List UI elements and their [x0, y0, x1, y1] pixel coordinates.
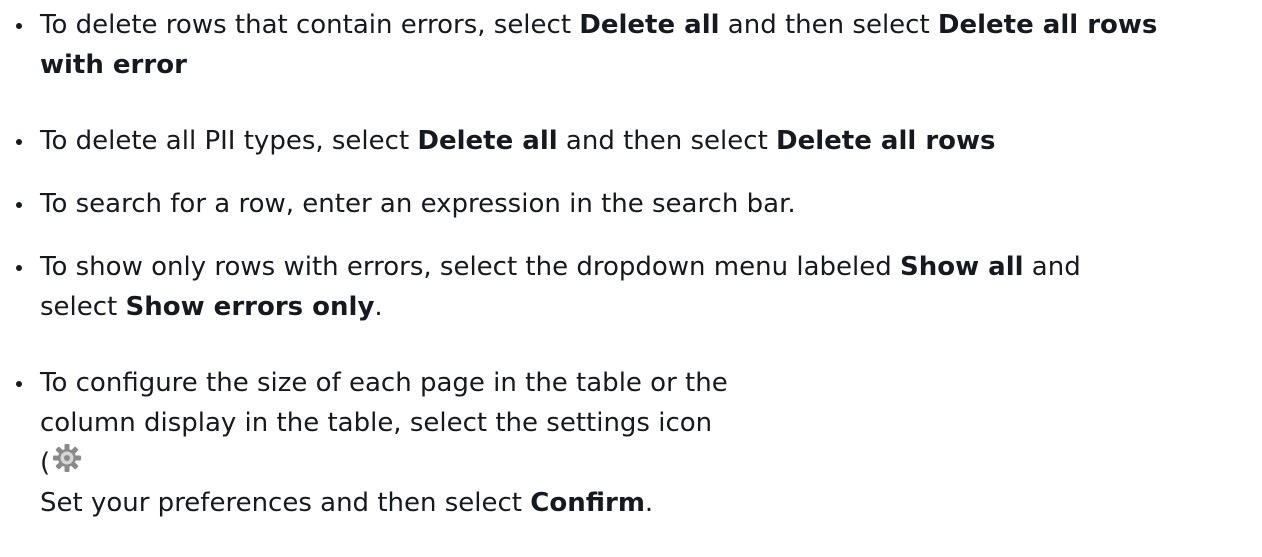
- list-item-search-row: To search for a row, enter an expression…: [0, 184, 1262, 224]
- line: To search for a row, enter an expression…: [40, 184, 1262, 224]
- bold-delete-all: Delete all: [579, 10, 720, 40]
- text: To show only rows with errors, select th…: [40, 252, 900, 282]
- bold-delete-all-rows: Delete all rows: [776, 126, 996, 156]
- bold-show-all: Show all: [900, 252, 1024, 282]
- bold-confirm: Confirm: [530, 488, 645, 518]
- list-item-delete-pii-types: To delete all PII types, select Delete a…: [0, 121, 1262, 161]
- settings-gear-icon: [53, 444, 81, 472]
- list-item-show-errors: To show only rows with errors, select th…: [0, 247, 1262, 327]
- text: To delete all PII types, select: [40, 126, 418, 156]
- document-body: To delete rows that contain errors, sele…: [0, 0, 1262, 557]
- text: and: [1023, 252, 1081, 282]
- text: column display in the table, select the …: [40, 408, 713, 438]
- text: To configure the size of each page in th…: [40, 368, 728, 398]
- list-item-configure-settings: To configure the size of each page in th…: [0, 363, 1262, 523]
- bold-delete-all-rows: Delete all rows: [937, 10, 1158, 40]
- text: and then select: [719, 10, 938, 40]
- line: To show only rows with errors, select th…: [40, 247, 1262, 287]
- text: To delete rows that contain errors, sele…: [40, 10, 580, 40]
- line: To delete all PII types, select Delete a…: [40, 121, 1262, 161]
- list-item-delete-error-rows: To delete rows that contain errors, sele…: [0, 5, 1262, 85]
- line: To configure the size of each page in th…: [40, 363, 1262, 403]
- text: Set your preferences and then select: [40, 488, 531, 518]
- text: select: [40, 292, 126, 322]
- settings-icon-line: (: [40, 443, 1262, 483]
- text: .: [374, 292, 383, 322]
- bold-show-errors-only: Show errors only: [125, 292, 375, 322]
- line: select Show errors only.: [40, 287, 1262, 327]
- text: and then select: [557, 126, 777, 156]
- text: To search for a row, enter an expression…: [40, 189, 796, 219]
- bold-delete-all: Delete all: [417, 126, 558, 156]
- line: with error: [40, 45, 1262, 85]
- line: column display in the table, select the …: [40, 403, 1262, 443]
- open-paren: (: [40, 448, 51, 478]
- line: To delete rows that contain errors, sele…: [40, 5, 1262, 45]
- line: Set your preferences and then select Con…: [40, 483, 1262, 523]
- text: .: [644, 488, 654, 518]
- bold-with-error: with error: [40, 50, 187, 80]
